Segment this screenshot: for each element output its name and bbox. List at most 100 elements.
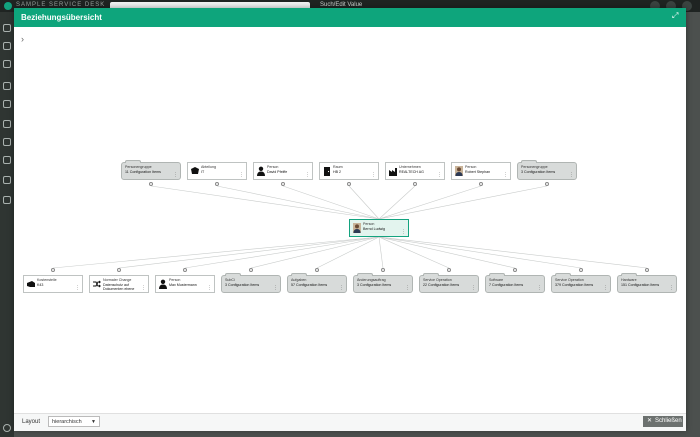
group-tab bbox=[291, 273, 307, 276]
more-options-icon[interactable]: ⋮ bbox=[503, 173, 508, 178]
more-options-icon[interactable]: ⋮ bbox=[339, 286, 344, 291]
node-name: 57 Configuration Items bbox=[291, 283, 328, 287]
connector-dot[interactable] bbox=[347, 182, 351, 186]
info-icon[interactable] bbox=[3, 424, 11, 432]
more-options-icon[interactable]: ⋮ bbox=[669, 286, 674, 291]
connector-dot[interactable] bbox=[545, 182, 549, 186]
connector-dot[interactable] bbox=[479, 182, 483, 186]
bottom-node-3[interactable]: SubCi 3 Configuration Items ⋮ bbox=[221, 273, 281, 293]
node-name: 22 Configuration Items bbox=[423, 283, 460, 287]
top-node-2[interactable]: Person David Pfeiffe ⋮ bbox=[253, 162, 313, 180]
node-name: HB 2 bbox=[333, 170, 341, 174]
connector-dot[interactable] bbox=[513, 268, 517, 272]
bottom-node-0[interactable]: Kostenstelle K43 ⋮ bbox=[23, 275, 83, 293]
node-type: Personengruppe bbox=[125, 165, 152, 169]
expand-icon[interactable]: ⤢ bbox=[672, 12, 680, 20]
layout-select[interactable]: hierarchisch ▼ bbox=[48, 416, 100, 427]
hierarchy-icon[interactable] bbox=[3, 120, 11, 128]
bottom-node-4[interactable]: Aufgaben 57 Configuration Items ⋮ bbox=[287, 273, 347, 293]
group-tab bbox=[555, 273, 571, 276]
relationship-edge bbox=[378, 185, 548, 220]
node-type: SubCi bbox=[225, 278, 235, 282]
more-options-icon[interactable]: ⋮ bbox=[537, 286, 542, 291]
more-options-icon[interactable]: ⋮ bbox=[603, 286, 608, 291]
connector-dot[interactable] bbox=[579, 268, 583, 272]
more-options-icon[interactable]: ⋮ bbox=[273, 286, 278, 291]
relationship-edge bbox=[378, 236, 648, 269]
connector-dot[interactable] bbox=[447, 268, 451, 272]
bottom-node-6[interactable]: Service Operation 22 Configuration Items ⋮ bbox=[419, 273, 479, 293]
more-options-icon[interactable]: ⋮ bbox=[207, 286, 212, 291]
person-icon bbox=[257, 166, 265, 176]
more-options-icon[interactable]: ⋮ bbox=[305, 173, 310, 178]
more-options-icon[interactable]: ⋮ bbox=[75, 286, 80, 291]
connector-dot[interactable] bbox=[51, 268, 55, 272]
top-node-6[interactable]: Personengruppe 3 Configuration Items ⋮ bbox=[517, 160, 577, 180]
top-node-4[interactable]: Unternehmen REALTECH AG ⋮ bbox=[385, 162, 445, 180]
connector-dot[interactable] bbox=[413, 182, 417, 186]
node-name: IT bbox=[201, 170, 205, 174]
group-tab bbox=[125, 160, 141, 163]
connector-dot[interactable] bbox=[249, 268, 253, 272]
bottom-node-8[interactable]: Service Operation 379 Configuration Items… bbox=[551, 273, 611, 293]
department-icon bbox=[191, 166, 199, 176]
dialog-header: Beziehungsübersicht ⤢ bbox=[14, 8, 686, 27]
app-logo-icon[interactable] bbox=[4, 2, 12, 10]
more-options-icon[interactable]: ⋮ bbox=[141, 286, 146, 291]
sidebar bbox=[0, 12, 14, 437]
node-name: 7 Configuration Items bbox=[489, 283, 524, 287]
connector-dot[interactable] bbox=[183, 268, 187, 272]
more-options-icon[interactable]: ⋮ bbox=[371, 173, 376, 178]
book-icon[interactable] bbox=[3, 82, 11, 90]
connector-dot[interactable] bbox=[381, 268, 385, 272]
database-icon[interactable] bbox=[3, 156, 11, 164]
relationship-edge bbox=[378, 185, 416, 220]
layout-select-value: hierarchisch bbox=[52, 419, 82, 425]
node-type: Person bbox=[465, 165, 477, 169]
close-button-label: Schließen bbox=[655, 418, 682, 424]
more-options-icon[interactable]: ⋮ bbox=[405, 286, 410, 291]
connector-dot[interactable] bbox=[117, 268, 121, 272]
connector-dot[interactable] bbox=[215, 182, 219, 186]
top-node-1[interactable]: Abteilung IT ⋮ bbox=[187, 162, 247, 180]
more-options-icon[interactable]: ⋮ bbox=[437, 173, 442, 178]
relationship-edge bbox=[250, 236, 380, 269]
tools-icon[interactable] bbox=[3, 196, 11, 204]
home-icon[interactable] bbox=[3, 24, 11, 32]
more-options-icon[interactable]: ⋮ bbox=[569, 173, 574, 178]
more-options-icon[interactable]: ⋮ bbox=[471, 286, 476, 291]
node-type: Normaler Change bbox=[103, 278, 132, 282]
more-options-icon[interactable]: ⋮ bbox=[401, 230, 406, 235]
people-icon[interactable] bbox=[3, 60, 11, 68]
bottom-node-5[interactable]: Änderungsauftrag 3 Configuration Items ⋮ bbox=[353, 273, 413, 293]
node-type: Änderungsauftrag bbox=[357, 278, 386, 282]
top-node-0[interactable]: Personengruppe 11 Configuration Items ⋮ bbox=[121, 160, 181, 180]
card-icon[interactable] bbox=[3, 100, 11, 108]
bottom-node-2[interactable]: Person Max Mustermann ⋮ bbox=[155, 275, 215, 293]
relationship-edge bbox=[378, 236, 450, 269]
more-options-icon[interactable]: ⋮ bbox=[239, 173, 244, 178]
connector-dot[interactable] bbox=[149, 182, 153, 186]
connector-dot[interactable] bbox=[645, 268, 649, 272]
chart-icon[interactable] bbox=[3, 176, 11, 184]
node-type: Raum bbox=[333, 165, 343, 169]
room-icon bbox=[323, 166, 331, 176]
bottom-node-1[interactable]: Normaler Change Datenschutz auf Dokumente… bbox=[89, 275, 149, 293]
folder-icon[interactable] bbox=[3, 138, 11, 146]
top-node-5[interactable]: Person Robert Stephan ⋮ bbox=[451, 162, 511, 180]
group-tab bbox=[521, 160, 537, 163]
person-photo-icon bbox=[455, 166, 463, 176]
bottom-node-9[interactable]: Hardware 151 Configuration Items ⋮ bbox=[617, 273, 677, 293]
globe-icon[interactable] bbox=[3, 42, 11, 50]
group-tab bbox=[357, 273, 373, 276]
top-node-3[interactable]: Raum HB 2 ⋮ bbox=[319, 162, 379, 180]
connector-dot[interactable] bbox=[315, 268, 319, 272]
bottom-node-7[interactable]: Software 7 Configuration Items ⋮ bbox=[485, 273, 545, 293]
relationship-overview-dialog: Beziehungsübersicht ⤢ › Personengruppe 11… bbox=[14, 8, 686, 431]
group-tab bbox=[621, 273, 637, 276]
close-button[interactable]: ✕ Schließen bbox=[643, 416, 683, 427]
relationship-edge bbox=[378, 236, 384, 269]
center-node[interactable]: Person Bernd Ludwig ⋮ bbox=[349, 219, 409, 237]
connector-dot[interactable] bbox=[281, 182, 285, 186]
more-options-icon[interactable]: ⋮ bbox=[173, 173, 178, 178]
